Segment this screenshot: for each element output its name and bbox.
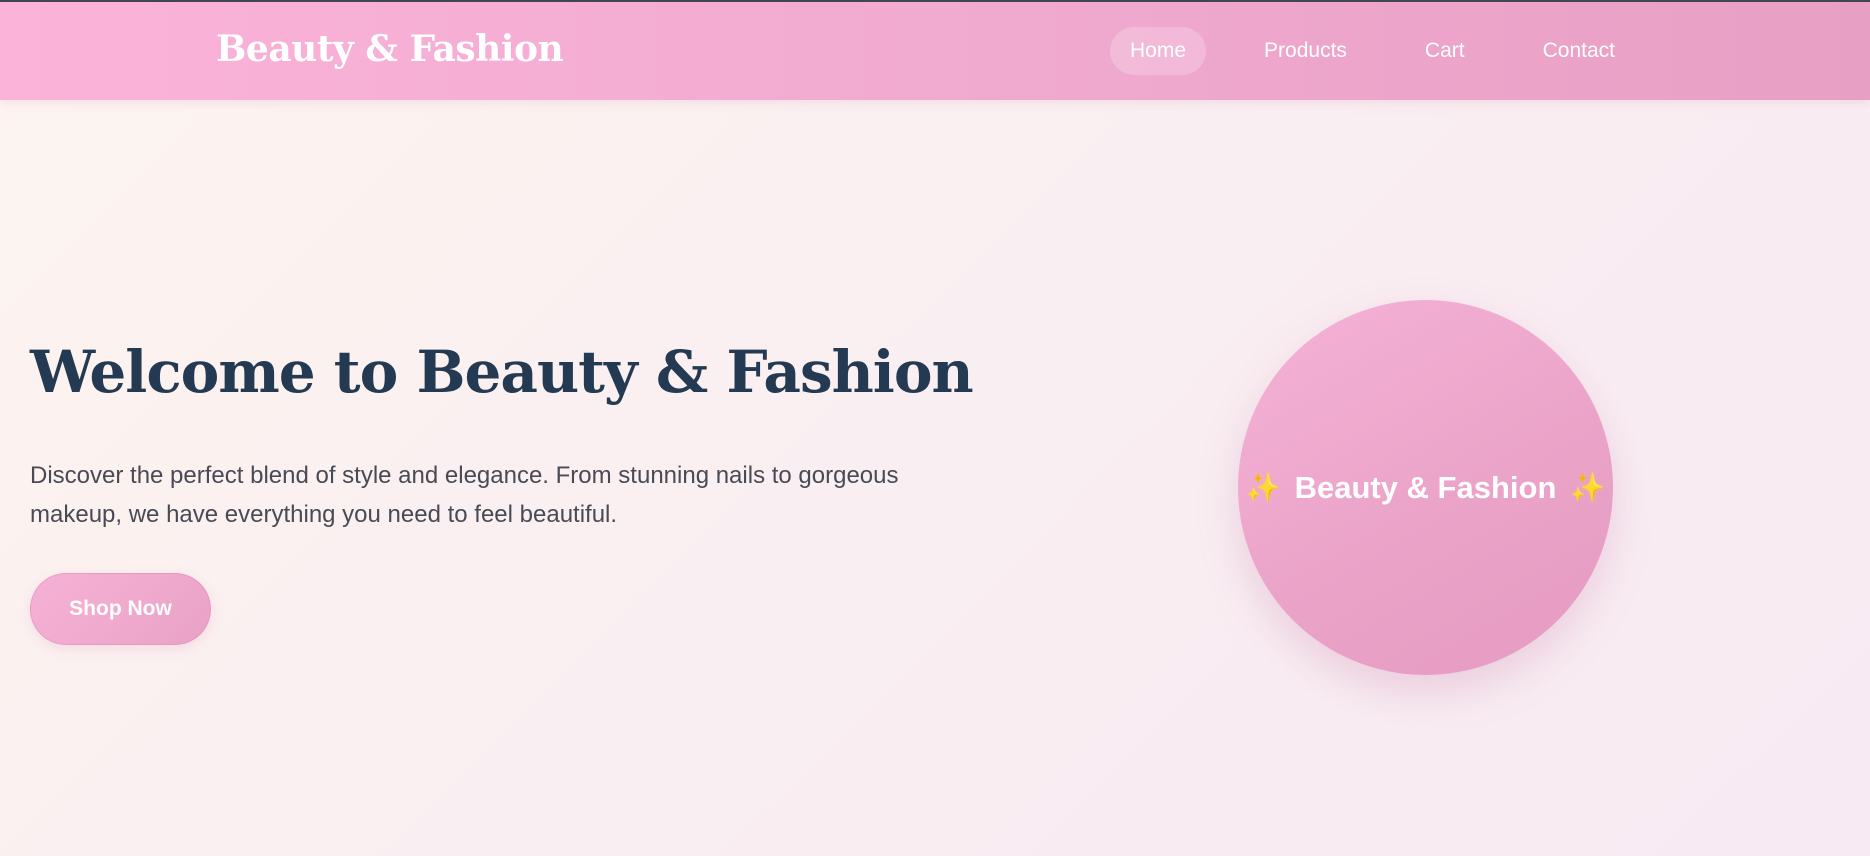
nav-cart-link[interactable]: Cart xyxy=(1405,27,1485,75)
hero-description: Discover the perfect blend of style and … xyxy=(30,462,899,528)
sparkles-icon: ✨ xyxy=(1570,471,1606,503)
nav-home-link[interactable]: Home xyxy=(1110,27,1207,75)
hero-badge-circle: ✨ Beauty & Fashion ✨ xyxy=(1238,300,1613,675)
hero-title: Welcome to Beauty & Fashion xyxy=(30,338,974,406)
sparkles-icon: ✨ xyxy=(1245,471,1281,503)
site-logo[interactable]: Beauty & Fashion xyxy=(216,28,564,70)
hero-badge-label: Beauty & Fashion xyxy=(1294,469,1557,505)
nav-products-link[interactable]: Products xyxy=(1244,27,1367,75)
site-header: Beauty & Fashion Home Products Cart Cont… xyxy=(0,2,1870,100)
hero-badge-content: ✨ Beauty & Fashion ✨ xyxy=(1246,470,1606,506)
shop-now-button[interactable]: Shop Now xyxy=(30,573,211,645)
nav-contact-link[interactable]: Contact xyxy=(1523,27,1635,75)
main-nav: Home Products Cart Contact xyxy=(1110,27,1635,75)
